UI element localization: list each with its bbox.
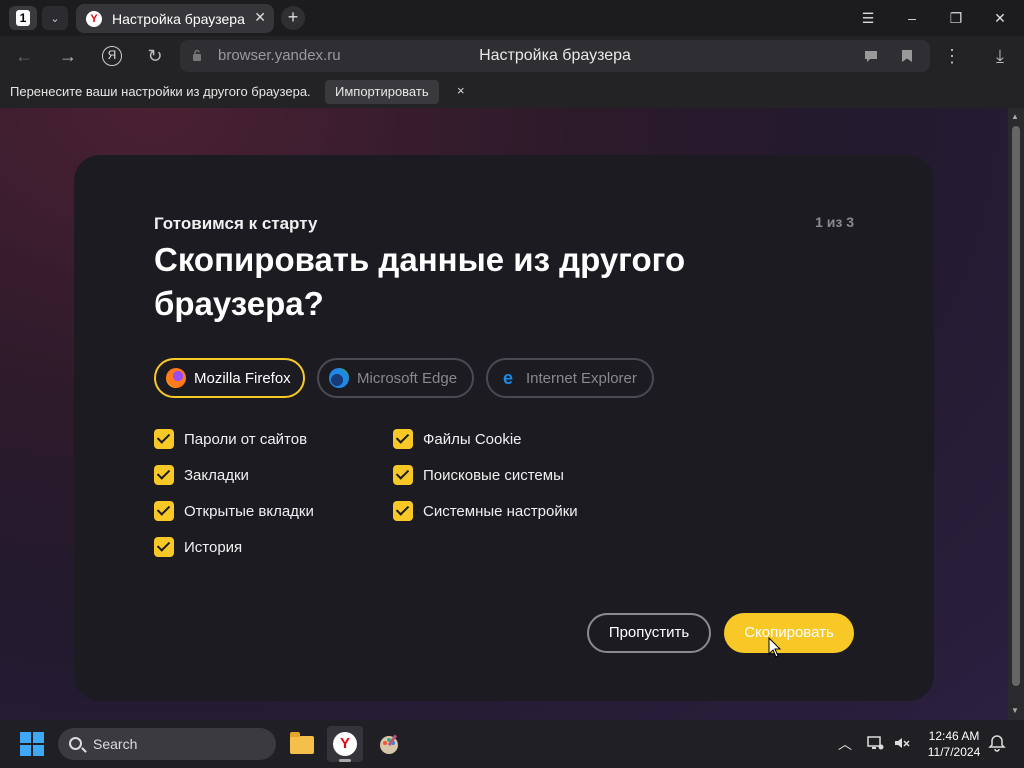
checkbox-cookies[interactable]: Файлы Cookie: [393, 429, 522, 449]
clock[interactable]: 12:46 AM 11/7/2024: [918, 728, 990, 760]
tab-count: 1: [16, 10, 30, 26]
yandex-browser-icon: Y: [333, 732, 357, 756]
checkbox-label: Пароли от сайтов: [184, 430, 308, 448]
tab-strip: 1 ⌄ Y Настройка браузера ✕ + ☰ – ❐ ✕: [0, 0, 1024, 36]
active-indicator: [339, 759, 351, 762]
browser-option-internet-explorer[interactable]: e Internet Explorer: [486, 358, 654, 398]
clock-date: 11/7/2024: [927, 745, 981, 759]
windows-start-icon[interactable]: [20, 732, 44, 756]
checkbox-label: Поисковые системы: [423, 466, 564, 484]
step-indicator: 1 из 3: [815, 214, 854, 230]
infobar-text: Перенесите ваши настройки из другого бра…: [10, 84, 311, 99]
scrollbar-thumb[interactable]: [1012, 126, 1020, 686]
edge-icon: [329, 368, 349, 388]
folder-icon: [290, 732, 314, 754]
tab-active[interactable]: Y Настройка браузера ✕: [76, 4, 274, 33]
checkbox-passwords[interactable]: Пароли от сайтов: [154, 429, 307, 449]
browser-option-edge[interactable]: Microsoft Edge: [317, 358, 474, 398]
checkbox-checked-icon: [154, 465, 174, 485]
restore-button[interactable]: ❐: [946, 8, 966, 28]
browser-label: Microsoft Edge: [357, 369, 458, 387]
more-vertical-icon[interactable]: ⋮: [938, 42, 966, 70]
checkbox-search-engines[interactable]: Поисковые системы: [393, 465, 564, 485]
checkbox-system-settings[interactable]: Системные настройки: [393, 501, 578, 521]
checkbox-label: Системные настройки: [423, 502, 578, 520]
checkbox-checked-icon: [393, 465, 413, 485]
taskbar: Search Y ︿ 12:46 AM 11/7/2024: [0, 720, 1024, 768]
back-arrow-icon[interactable]: ←: [10, 42, 38, 70]
search-label: Search: [93, 736, 138, 752]
checkbox-checked-icon: [154, 501, 174, 521]
tab-title: Настройка браузера: [112, 10, 245, 27]
checkbox-checked-icon: [393, 429, 413, 449]
chat-icon[interactable]: [863, 48, 879, 64]
taskbar-search[interactable]: Search: [58, 728, 276, 760]
checkbox-checked-icon: [154, 429, 174, 449]
checkbox-label: Закладки: [184, 466, 249, 484]
tab-list-dropdown[interactable]: ⌄: [42, 6, 68, 30]
checkbox-label: Файлы Cookie: [423, 430, 522, 448]
mouse-cursor-icon: [768, 637, 782, 658]
file-explorer-app[interactable]: [283, 726, 319, 762]
clock-time: 12:46 AM: [928, 729, 980, 743]
download-icon[interactable]: ⤓: [986, 42, 1014, 70]
close-button[interactable]: ✕: [990, 8, 1010, 28]
search-icon: [69, 737, 82, 750]
checkbox-label: Открытые вкладки: [184, 502, 314, 520]
scrollbar[interactable]: ▲ ▼: [1008, 108, 1024, 720]
internet-explorer-icon: e: [502, 368, 513, 388]
firefox-icon: [166, 368, 186, 388]
yandex-home-button[interactable]: Я: [102, 46, 122, 66]
checkbox-checked-icon: [393, 501, 413, 521]
browser-label: Internet Explorer: [526, 369, 637, 387]
yandex-favicon-icon: Y: [86, 10, 102, 27]
setup-card: Готовимся к старту 1 из 3 Скопировать да…: [74, 155, 934, 701]
forward-arrow-icon[interactable]: →: [54, 42, 82, 70]
yandex-browser-app[interactable]: Y: [327, 726, 363, 762]
minimize-button[interactable]: –: [902, 8, 922, 28]
close-infobar-icon[interactable]: ×: [457, 83, 465, 98]
address-bar[interactable]: browser.yandex.ru Настройка браузера: [180, 40, 930, 72]
paint-icon: [380, 734, 398, 754]
tab-count-button[interactable]: 1: [9, 6, 37, 30]
skip-button[interactable]: Пропустить: [587, 613, 711, 653]
checkbox-checked-icon: [154, 537, 174, 557]
checkbox-label: История: [184, 538, 243, 556]
scroll-down-icon[interactable]: ▼: [1011, 706, 1019, 715]
import-button[interactable]: Импортировать: [325, 80, 439, 104]
notification-bell-icon[interactable]: [988, 734, 1006, 752]
reload-icon[interactable]: ↻: [141, 42, 169, 70]
network-icon[interactable]: [866, 734, 884, 752]
copy-button[interactable]: Скопировать: [724, 613, 854, 653]
setup-subtitle: Готовимся к старту: [154, 214, 318, 233]
bookmark-icon[interactable]: [899, 48, 915, 64]
tab-close-icon[interactable]: ✕: [254, 9, 266, 26]
scroll-up-icon[interactable]: ▲: [1011, 112, 1019, 121]
browser-label: Mozilla Firefox: [194, 369, 291, 387]
setup-heading: Скопировать данные из другого браузера?: [154, 241, 686, 322]
checkbox-bookmarks[interactable]: Закладки: [154, 465, 249, 485]
checkbox-open-tabs[interactable]: Открытые вкладки: [154, 501, 314, 521]
chevron-down-icon: ⌄: [50, 12, 60, 25]
speaker-muted-icon[interactable]: [893, 734, 911, 752]
checkbox-history[interactable]: История: [154, 537, 242, 557]
new-tab-button[interactable]: +: [281, 6, 305, 30]
browser-option-firefox[interactable]: Mozilla Firefox: [154, 358, 305, 398]
paint-app[interactable]: [371, 726, 407, 762]
page-title: Настройка браузера: [479, 47, 631, 64]
browser-menu-icon[interactable]: ☰: [858, 8, 878, 28]
import-infobar: Перенесите ваши настройки из другого бра…: [0, 76, 1024, 108]
chevron-up-icon[interactable]: ︿: [838, 734, 852, 754]
